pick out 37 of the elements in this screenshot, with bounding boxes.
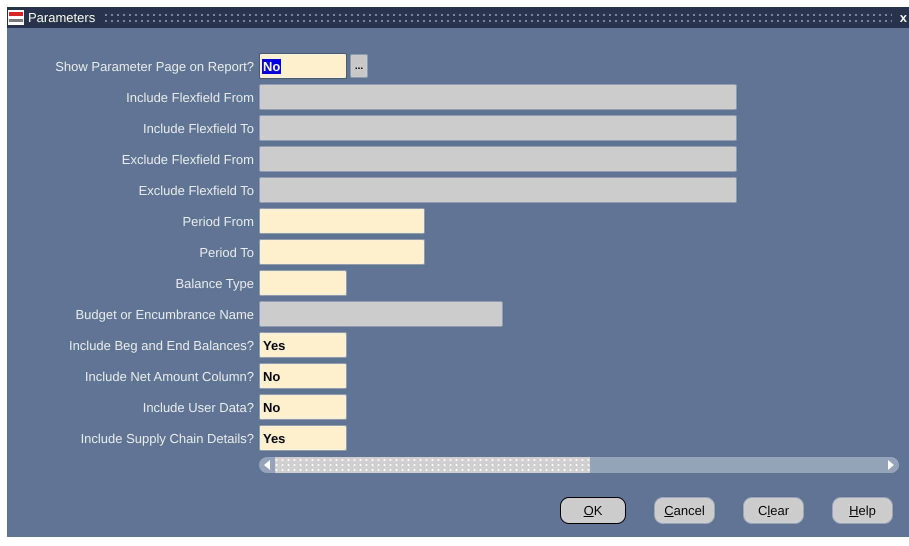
input-field[interactable]: Yes	[259, 332, 347, 358]
field-label: Exclude Flexfield To	[138, 182, 255, 198]
field-label: Include Flexfield To	[142, 120, 255, 136]
field-label: Include Beg and End Balances?	[68, 338, 255, 352]
field-label: Include User Data?	[142, 400, 255, 414]
input-field[interactable]	[259, 208, 425, 234]
input-field[interactable]	[259, 270, 347, 296]
field-label: Show Parameter Page on Report?	[54, 58, 255, 74]
field-label: Include Supply Chain Details?	[80, 430, 255, 446]
scroll-right-icon[interactable]	[886, 459, 896, 471]
field-label: Include Flexfield From	[125, 90, 255, 104]
field-label: Balance Type	[174, 276, 255, 290]
input-field[interactable]	[259, 146, 737, 172]
logo-icon	[8, 10, 24, 25]
field-label: Include Net Amount Column?	[84, 368, 255, 384]
input-field[interactable]: Yes	[259, 425, 347, 451]
input-field[interactable]	[259, 301, 503, 327]
field-label: Period To	[198, 244, 255, 260]
field-label: Budget or Encumbrance Name	[74, 306, 255, 322]
input-field[interactable]: No	[259, 394, 347, 420]
input-field[interactable]	[259, 177, 737, 203]
input-field[interactable]	[259, 115, 737, 141]
dialog-button[interactable]: Clear	[743, 497, 804, 524]
list-button[interactable]: ...	[350, 54, 368, 78]
field-label: Period From	[181, 214, 255, 228]
dialog-button[interactable]: OK	[560, 497, 626, 524]
close-button[interactable]: x	[900, 10, 907, 25]
dialog-button[interactable]: Help	[832, 497, 893, 524]
input-field[interactable]: No	[259, 363, 347, 389]
input-field[interactable]	[259, 239, 425, 265]
scroll-left-icon[interactable]	[262, 459, 272, 471]
input-field[interactable]: No	[259, 53, 347, 79]
field-label: Exclude Flexfield From	[120, 152, 255, 166]
input-field[interactable]	[259, 84, 737, 110]
horizontal-scrollbar[interactable]	[259, 457, 899, 473]
window-title: Parameters	[28, 10, 96, 25]
dialog-button[interactable]: Cancel	[654, 497, 715, 524]
